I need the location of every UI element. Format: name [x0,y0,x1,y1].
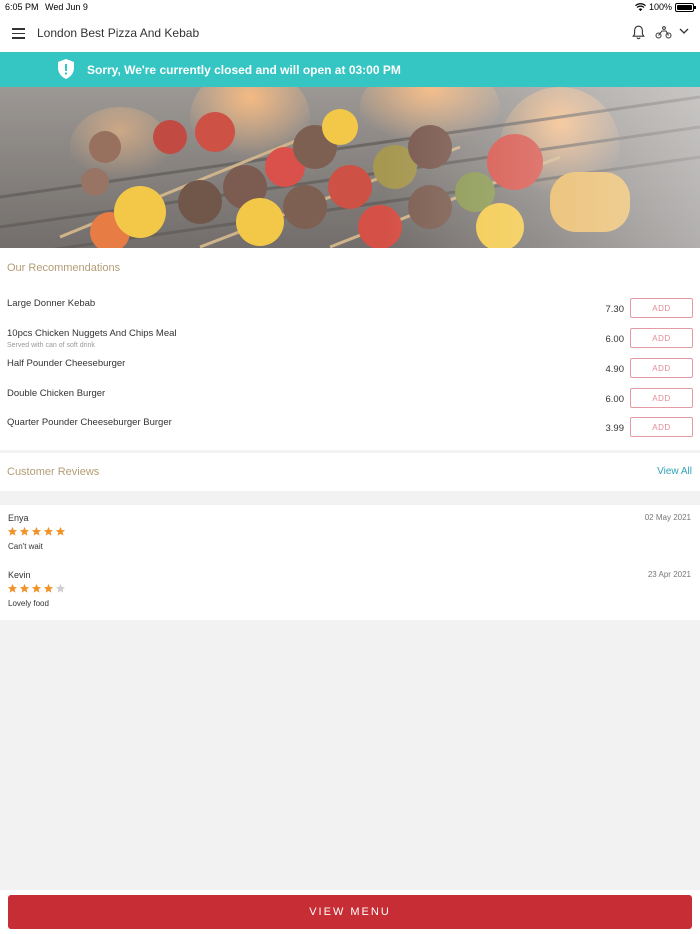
item-name: Large Donner Kebab [7,298,96,309]
item-name: Double Chicken Burger [7,388,106,399]
item-price: 3.99 [605,423,625,434]
battery-icon [675,2,696,12]
reviews-list: Enya 02 May 2021 Can't wait Kevin 23 Apr… [0,505,700,620]
shield-alert-icon [58,59,74,79]
menu-item: Half Pounder Cheeseburger 4.90 ADD [0,358,700,388]
review-author: Enya [8,513,29,523]
item-price: 4.90 [605,364,625,375]
review-item: Kevin 23 Apr 2021 Lovely food [0,570,700,620]
recommendations-section: Our Recommendations Large Donner Kebab 7… [0,248,700,450]
add-button[interactable]: ADD [630,298,693,318]
star-rating [7,526,66,537]
reviews-title: Customer Reviews [7,466,100,478]
delivery-rider-icon[interactable] [655,26,672,39]
hero-food-image [0,87,700,248]
star-filled-icon [7,583,18,593]
item-name: Half Pounder Cheeseburger [7,358,126,369]
review-author: Kevin [8,570,31,580]
closed-banner: Sorry, We're currently closed and will o… [0,52,700,87]
add-button[interactable]: ADD [630,388,693,408]
closed-message: Sorry, We're currently closed and will o… [87,63,401,77]
menu-item: Large Donner Kebab 7.30 ADD [0,298,700,328]
add-button[interactable]: ADD [630,328,693,348]
chevron-down-icon[interactable] [679,27,689,35]
review-date: 02 May 2021 [644,513,691,522]
app-header: London Best Pizza And Kebab [0,14,700,52]
add-button[interactable]: ADD [630,417,693,437]
review-date: 23 Apr 2021 [647,570,691,579]
bottom-bar: VIEW MENU [0,890,700,934]
battery-percent: 100% [648,2,672,12]
item-name: 10pcs Chicken Nuggets And Chips Meal [7,328,177,339]
star-filled-icon [31,526,42,536]
view-menu-button[interactable]: VIEW MENU [8,895,692,929]
status-date: Wed Jun 9 [45,2,88,12]
item-description: Served with can of soft drink [7,342,95,349]
star-filled-icon [19,526,30,536]
star-filled-icon [7,526,18,536]
item-name: Quarter Pounder Cheeseburger Burger [7,417,172,428]
reviews-header: Customer Reviews View All [0,453,700,491]
view-all-link[interactable]: View All [657,466,692,477]
star-filled-icon [19,583,30,593]
star-empty-icon [55,583,66,593]
review-item: Enya 02 May 2021 Can't wait [0,513,700,563]
star-rating [7,583,66,594]
review-comment: Can't wait [8,542,43,551]
add-button[interactable]: ADD [630,358,693,378]
star-filled-icon [31,583,42,593]
star-filled-icon [43,583,54,593]
restaurant-title: London Best Pizza And Kebab [37,26,200,40]
item-price: 6.00 [605,334,625,345]
item-price: 6.00 [605,394,625,405]
star-filled-icon [43,526,54,536]
menu-item: Quarter Pounder Cheeseburger Burger 3.99… [0,417,700,447]
bell-icon[interactable] [632,25,645,40]
menu-icon[interactable] [12,28,25,39]
star-filled-icon [55,526,66,536]
menu-item: 10pcs Chicken Nuggets And Chips Meal Ser… [0,328,700,358]
recommendations-title: Our Recommendations [7,262,121,274]
status-bar: 6:05 PM Wed Jun 9 100% [0,0,700,14]
status-time: 6:05 PM [5,2,39,12]
menu-item: Double Chicken Burger 6.00 ADD [0,388,700,418]
item-price: 7.30 [605,304,625,315]
wifi-icon [635,2,646,11]
review-comment: Lovely food [8,599,49,608]
